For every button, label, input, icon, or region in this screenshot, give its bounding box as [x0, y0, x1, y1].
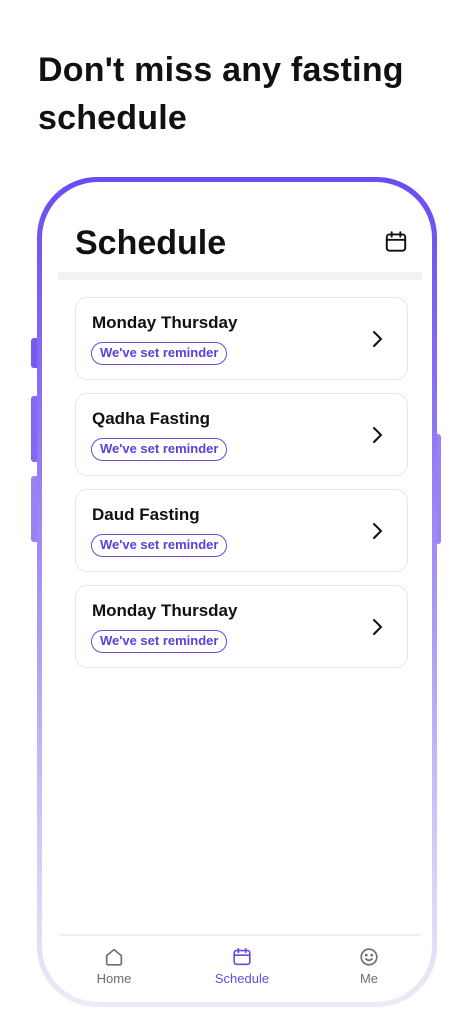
bottom-nav: Home Schedule Me: [42, 942, 432, 1002]
schedule-list: Monday Thursday We've set reminder Qadha…: [75, 297, 408, 681]
home-icon: [105, 948, 123, 966]
reminder-badge: We've set reminder: [91, 342, 228, 365]
header-divider: [58, 272, 422, 280]
smiley-icon: [360, 948, 378, 966]
nav-label-home: Home: [96, 971, 132, 986]
chevron-right-icon: [373, 619, 382, 635]
schedule-card[interactable]: Daud Fasting We've set reminder: [75, 489, 408, 572]
schedule-card[interactable]: Monday Thursday We've set reminder: [75, 585, 408, 668]
phone-screen: Schedule Monday Thursday We've set remin…: [42, 182, 432, 1002]
nav-item-schedule[interactable]: Schedule: [197, 942, 287, 986]
schedule-card[interactable]: Monday Thursday We've set reminder: [75, 297, 408, 380]
chevron-right-icon: [373, 331, 382, 347]
promo-page: Don't miss any fasting schedule Schedule…: [0, 0, 473, 1024]
promo-headline: Don't miss any fasting schedule: [38, 51, 404, 137]
nav-divider: [58, 934, 422, 936]
calendar-icon: [233, 947, 251, 966]
chevron-right-icon: [373, 427, 382, 443]
page-title: Schedule: [75, 224, 227, 262]
reminder-badge: We've set reminder: [91, 438, 228, 461]
schedule-title: Qadha Fasting: [92, 409, 211, 428]
nav-item-home[interactable]: Home: [69, 942, 159, 986]
reminder-badge: We've set reminder: [91, 630, 228, 653]
calendar-icon[interactable]: [383, 229, 409, 255]
phone-frame: Schedule Monday Thursday We've set remin…: [37, 177, 437, 1007]
schedule-title: Monday Thursday: [92, 313, 238, 332]
reminder-badge: We've set reminder: [91, 534, 228, 557]
schedule-title: Daud Fasting: [92, 505, 200, 524]
nav-item-me[interactable]: Me: [324, 942, 414, 986]
schedule-title: Monday Thursday: [92, 601, 238, 620]
nav-label-me: Me: [359, 971, 379, 986]
schedule-card[interactable]: Qadha Fasting We've set reminder: [75, 393, 408, 476]
nav-label-schedule: Schedule: [214, 971, 270, 986]
chevron-right-icon: [373, 523, 382, 539]
